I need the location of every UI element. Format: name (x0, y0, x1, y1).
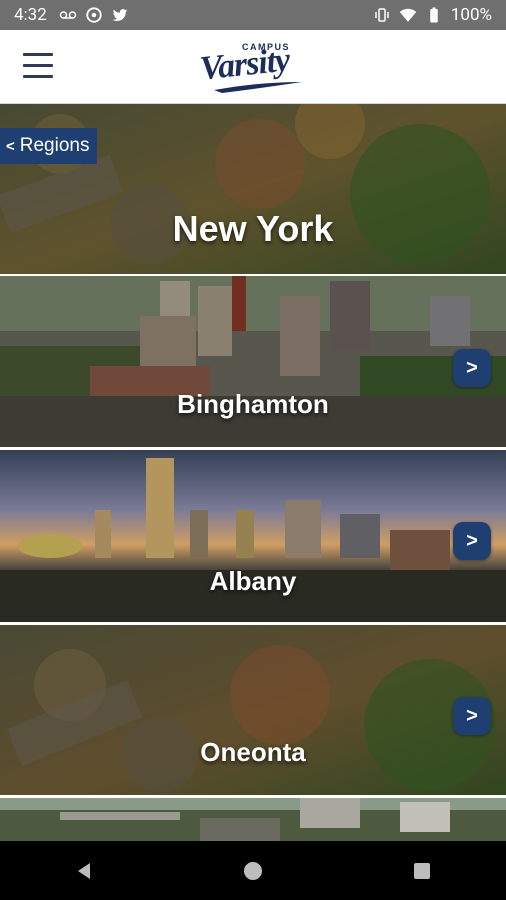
vibrate-icon (375, 8, 389, 22)
region-hero: < Regions New York (0, 104, 506, 274)
campus-varsity-logo: CAMPUS Varsity (196, 40, 310, 96)
battery-icon (430, 7, 438, 23)
voicemail-icon (59, 11, 77, 19)
status-time: 4:32 (14, 5, 47, 25)
city-card-oneonta[interactable]: > Oneonta (0, 625, 506, 795)
circle-app-icon (86, 7, 102, 23)
region-city-list: < Regions New York > Binghamton > Albany… (0, 104, 506, 841)
wifi-icon (399, 8, 417, 22)
albany-arrow-button[interactable]: > (453, 522, 491, 560)
twitter-icon (112, 9, 128, 22)
chevron-left-icon: < (6, 137, 15, 155)
binghamton-skyline-image (0, 276, 506, 447)
region-title: New York (172, 208, 334, 249)
regions-back-button[interactable]: < Regions (0, 128, 98, 164)
battery-percent: 100% (450, 5, 492, 25)
android-nav-bar (0, 841, 506, 900)
nav-recents-icon[interactable] (402, 851, 442, 891)
binghamton-arrow-button[interactable]: > (453, 349, 491, 387)
menu-icon[interactable] (23, 53, 53, 79)
regions-back-label: Regions (19, 135, 90, 156)
status-bar: 4:32 100% (0, 0, 506, 30)
city-card-partial[interactable] (0, 798, 506, 841)
city-title-albany: Albany (209, 566, 297, 596)
partial-city-image (0, 798, 506, 841)
app-header: CAMPUS Varsity (0, 30, 506, 104)
oneonta-aerial-image (0, 625, 506, 795)
city-title-binghamton: Binghamton (177, 389, 329, 419)
city-title-oneonta: Oneonta (200, 737, 306, 767)
oneonta-arrow-button[interactable]: > (453, 697, 491, 735)
nav-back-icon[interactable] (64, 851, 104, 891)
city-card-albany[interactable]: > Albany (0, 450, 506, 622)
logo-swoosh-icon (214, 82, 302, 93)
city-card-binghamton[interactable]: > Binghamton (0, 276, 506, 447)
nav-home-icon[interactable] (233, 851, 273, 891)
